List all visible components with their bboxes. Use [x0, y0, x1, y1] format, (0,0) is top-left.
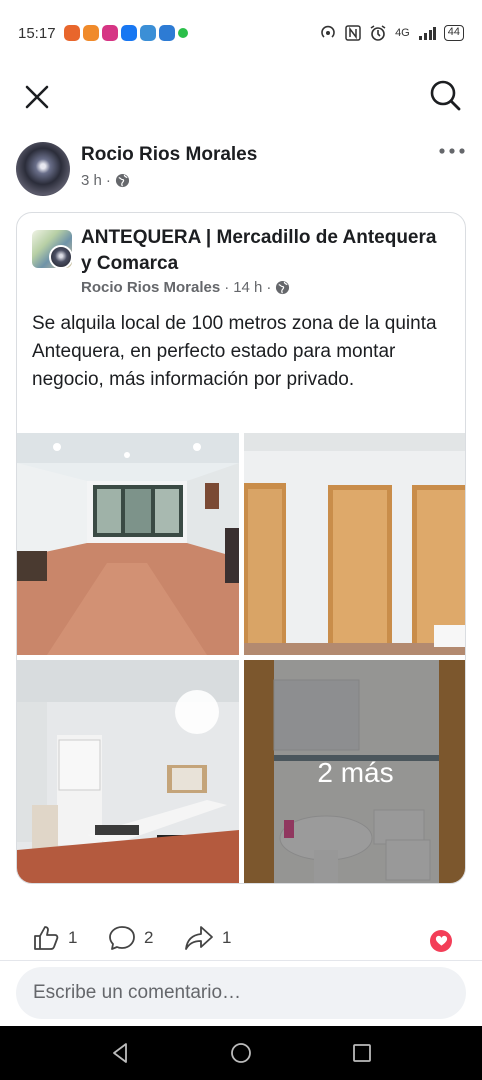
instagram-icon	[101, 25, 118, 41]
home-icon[interactable]	[229, 1041, 253, 1065]
heart-icon	[435, 935, 447, 946]
post-text: Se alquila local de 100 metros zona de l…	[32, 313, 437, 390]
meta-separator: ·	[224, 279, 230, 296]
shared-post-card[interactable]: ANTEQUERA | Mercadillo de Antequera y Co…	[16, 212, 466, 884]
notification-app-icon	[177, 28, 188, 38]
shared-post-meta: Rocio Rios Morales · 14 h ·	[81, 279, 290, 296]
like-count: 1	[68, 928, 78, 947]
close-icon[interactable]	[22, 82, 52, 112]
alarm-icon	[370, 25, 386, 41]
notification-app-icon	[139, 25, 156, 41]
photo-doors[interactable]	[244, 433, 465, 655]
group-name[interactable]: ANTEQUERA | Mercadillo de Antequera y Co…	[81, 225, 451, 277]
status-time: 15:17	[18, 24, 56, 42]
status-app-icons	[63, 25, 188, 41]
office-photo-illustration	[17, 660, 239, 883]
nfc-icon	[345, 25, 361, 41]
love-reaction-icon[interactable]	[430, 930, 452, 952]
back-icon[interactable]	[108, 1041, 132, 1065]
shared-post-time[interactable]: 14 h	[233, 279, 262, 296]
share-count: 1	[222, 928, 232, 947]
comment-input[interactable]: Escribe un comentario…	[16, 967, 466, 1019]
more-photos-overlay[interactable]: 2 más	[244, 660, 465, 883]
notification-app-icon	[120, 25, 137, 41]
room-photo-illustration	[17, 433, 239, 655]
share-icon	[185, 926, 213, 950]
photo-office[interactable]	[17, 660, 239, 883]
meta-separator: ·	[105, 172, 111, 189]
status-bar: 15:17 4G 44	[0, 0, 482, 66]
more-options-icon[interactable]	[438, 142, 466, 160]
post-time[interactable]: 3 h	[81, 172, 102, 189]
comment-count: 2	[144, 928, 154, 947]
like-button[interactable]: 1	[32, 924, 77, 952]
notification-app-icon	[63, 25, 80, 41]
globe-icon	[276, 280, 290, 295]
author-avatar[interactable]	[16, 142, 70, 196]
hotspot-icon	[321, 25, 335, 38]
reactions-bar: 1 2 1	[0, 924, 482, 958]
divider	[0, 960, 482, 961]
system-navigation-bar	[0, 1026, 482, 1080]
signal-icon	[418, 27, 436, 40]
globe-icon	[115, 173, 129, 188]
author-name[interactable]: Rocio Rios Morales	[81, 144, 257, 166]
recents-icon[interactable]	[350, 1041, 374, 1065]
comment-button[interactable]: 2	[108, 924, 153, 952]
meta-separator: ·	[266, 279, 272, 296]
photo-bathroom[interactable]: 2 más	[244, 660, 465, 883]
shared-author-avatar	[49, 245, 72, 268]
status-indicators: 4G 44	[319, 24, 464, 42]
post-header: Rocio Rios Morales 3 h ·	[16, 140, 466, 200]
notification-app-icon	[82, 25, 99, 41]
doors-photo-illustration	[244, 433, 465, 655]
network-type: 4G	[395, 27, 410, 39]
comment-icon	[109, 926, 135, 950]
photo-grid: 2 más	[17, 433, 465, 883]
photo-room[interactable]	[17, 433, 239, 655]
post-meta: 3 h ·	[81, 172, 130, 189]
search-icon[interactable]	[428, 78, 462, 112]
notification-app-icon	[158, 25, 175, 41]
battery-icon: 44	[443, 25, 464, 41]
shared-author-name[interactable]: Rocio Rios Morales	[81, 279, 220, 296]
share-button[interactable]: 1	[184, 924, 231, 952]
group-avatar[interactable]	[32, 230, 72, 268]
top-navigation	[0, 66, 482, 126]
thumbs-up-icon	[34, 926, 59, 950]
